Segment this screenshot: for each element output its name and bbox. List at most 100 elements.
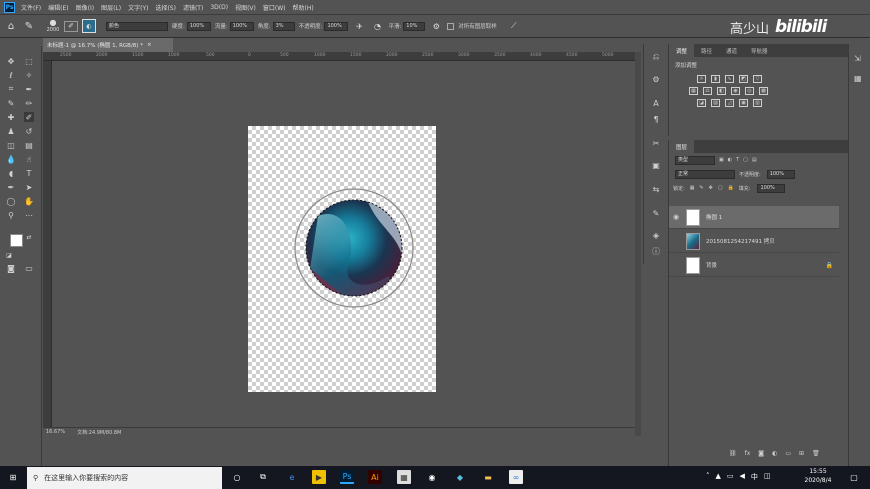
selective-color-icon[interactable]: ▣ [739, 99, 748, 107]
default-colors-icon[interactable]: ◪ [4, 250, 14, 260]
smooth-field[interactable]: 10% [403, 21, 426, 31]
levels-icon[interactable]: ▮ [711, 75, 720, 83]
move-tool-icon[interactable]: ✥ [6, 56, 16, 66]
new-adjustment-icon[interactable]: ◐ [772, 450, 777, 457]
posterize-icon[interactable]: ▨ [711, 99, 720, 107]
tab-channels[interactable]: 通道 [719, 44, 744, 57]
menu-view[interactable]: 视图(V) [235, 3, 256, 12]
tab-layers[interactable]: 图层 [669, 140, 695, 153]
vibrance-icon[interactable]: ▽ [753, 75, 762, 83]
tray-app-icon[interactable]: ▲ [716, 472, 721, 482]
document-tab[interactable]: 未标题-1 @ 16.7% (椭圆 1, RGB/8) * × [43, 38, 173, 52]
ime-indicator[interactable]: 中 [751, 472, 758, 482]
quick-mask-icon[interactable]: ◙ [6, 263, 16, 273]
character-panel-icon[interactable]: A [651, 98, 661, 108]
notifications-icon[interactable]: ▢ [847, 470, 861, 484]
menu-3d[interactable]: 3D(D) [210, 4, 228, 11]
adjustments-icon[interactable]: ⇆ [651, 184, 661, 194]
gradient-map-icon[interactable]: ▥ [753, 99, 762, 107]
text-tool-icon[interactable]: T [24, 168, 34, 178]
brush-settings-icon[interactable]: ✐ [64, 20, 78, 32]
properties-panel-icon[interactable]: ⚙ [651, 74, 661, 84]
blur-tool-icon[interactable]: 💧 [6, 154, 16, 164]
taskbar-search[interactable]: ⚲ 在这里输入你要搜索的内容 [27, 467, 222, 489]
menu-help[interactable]: 帮助(H) [293, 3, 314, 12]
ellipse-tool-icon[interactable]: ◯ [6, 196, 16, 206]
tab-paths[interactable]: 路径 [694, 44, 719, 57]
menu-type[interactable]: 文字(Y) [128, 3, 148, 12]
windows-start-icon[interactable]: ⊞ [6, 470, 20, 484]
tray-app-icon[interactable]: ◫ [764, 472, 771, 482]
channel-mixer-icon[interactable]: ◎ [745, 87, 754, 95]
document-canvas[interactable] [248, 126, 436, 392]
vertical-scrollbar[interactable] [635, 52, 641, 436]
color-lookup-icon[interactable]: ▩ [759, 87, 768, 95]
info-icon[interactable]: ⓘ [651, 246, 661, 256]
stamp-tool-icon[interactable]: ♟ [6, 126, 16, 136]
swatches-icon[interactable]: ▦ [854, 74, 865, 85]
menu-layer[interactable]: 图层(L) [101, 3, 121, 12]
app-icon[interactable]: ∞ [509, 470, 523, 484]
more-tools-icon[interactable]: ⋯ [24, 210, 34, 220]
eye-icon[interactable]: ◉ [669, 213, 683, 221]
chevron-up-icon[interactable]: ˄ [706, 472, 710, 482]
zoom-tool-icon[interactable]: ⚲ [6, 210, 16, 220]
menu-file[interactable]: 文件(F) [21, 3, 41, 12]
clock[interactable]: 15:55 2020/8/4 [800, 467, 836, 485]
menu-edit[interactable]: 编辑(E) [48, 3, 68, 12]
lock-pixels-icon[interactable]: ▦ [690, 185, 695, 191]
history-panel-icon[interactable]: ⎌ [651, 52, 661, 62]
brush-size-picker[interactable]: ● 2000 [46, 19, 60, 34]
edge-browser-icon[interactable]: e [285, 470, 299, 484]
layer-row[interactable]: 背景 🔒 [669, 254, 839, 277]
fx-icon[interactable]: fx [745, 450, 751, 457]
marquee-tool-icon[interactable]: ⬚ [24, 56, 34, 66]
filter-smart-icon[interactable]: ▤ [752, 157, 757, 163]
color-balance-icon[interactable]: ⚖ [703, 87, 712, 95]
lock-artboard-icon[interactable]: ▢ [718, 185, 723, 191]
mode-select[interactable]: 颜色 [106, 21, 168, 31]
sample-checkbox[interactable] [447, 22, 455, 30]
opacity-field[interactable]: 100% [324, 21, 349, 31]
pen-tool-icon[interactable]: ✒ [6, 182, 16, 192]
tab-navigator[interactable]: 导航器 [744, 44, 775, 57]
filter-type-icon[interactable]: T [736, 157, 739, 163]
filter-adjust-icon[interactable]: ◐ [728, 157, 732, 163]
new-layer-icon[interactable]: ⊞ [799, 450, 804, 457]
exposure-icon[interactable]: ◩ [739, 75, 748, 83]
blend-mode-select[interactable]: 正常 [675, 169, 735, 179]
hue-saturation-icon[interactable]: ▦ [689, 87, 698, 95]
lock-all-icon[interactable]: 🔒 [728, 185, 734, 191]
brush-panel-icon[interactable]: ✎ [651, 208, 661, 218]
dodge-tool-icon[interactable]: ◖ [6, 168, 16, 178]
lasso-tool-icon[interactable]: ℓ [6, 70, 16, 80]
threshold-icon[interactable]: ◿ [725, 99, 734, 107]
layer-row[interactable]: ◉ 椭圆 1 [669, 206, 839, 229]
filter-shape-icon[interactable]: ▢ [743, 157, 748, 163]
pressure-icon[interactable]: ◔ [370, 19, 384, 33]
app-icon[interactable]: ◆ [453, 470, 467, 484]
history-brush-icon[interactable]: ↺ [24, 126, 34, 136]
volume-icon[interactable]: ◀ [740, 472, 745, 482]
layer-row[interactable]: 20150812542174​91 拷贝 [669, 230, 839, 253]
crop-tool-icon[interactable]: ⌗ [6, 84, 16, 94]
libraries-icon[interactable]: ⇲ [854, 54, 865, 65]
brightness-icon[interactable]: ☼ [697, 75, 706, 83]
lock-paint-icon[interactable]: ✎ [699, 185, 703, 191]
airbrush-icon[interactable]: ✈ [352, 19, 366, 33]
tab-adjustments[interactable]: 调整 [669, 44, 695, 57]
brush-tool-icon[interactable]: ✎ [6, 98, 16, 108]
app-icon[interactable]: ▦ [397, 470, 411, 484]
tool-presets-icon[interactable]: ✂ [651, 138, 661, 148]
gradient-icon[interactable]: ▤ [24, 140, 34, 150]
filter-pixel-icon[interactable]: ▣ [719, 157, 724, 163]
photoshop-taskbar-icon[interactable]: Ps [340, 470, 354, 484]
eyedropper-icon[interactable]: ✒ [24, 84, 34, 94]
app-icon[interactable]: ◉ [425, 470, 439, 484]
layer-opacity-field[interactable]: 100% [766, 169, 795, 179]
hardness-field[interactable]: 100% [186, 21, 211, 31]
foreground-color-swatch[interactable] [10, 234, 23, 247]
curves-icon[interactable]: ∿ [725, 75, 734, 83]
path-select-icon[interactable]: ➤ [24, 182, 34, 192]
task-view-icon[interactable]: ⧉ [256, 470, 270, 484]
